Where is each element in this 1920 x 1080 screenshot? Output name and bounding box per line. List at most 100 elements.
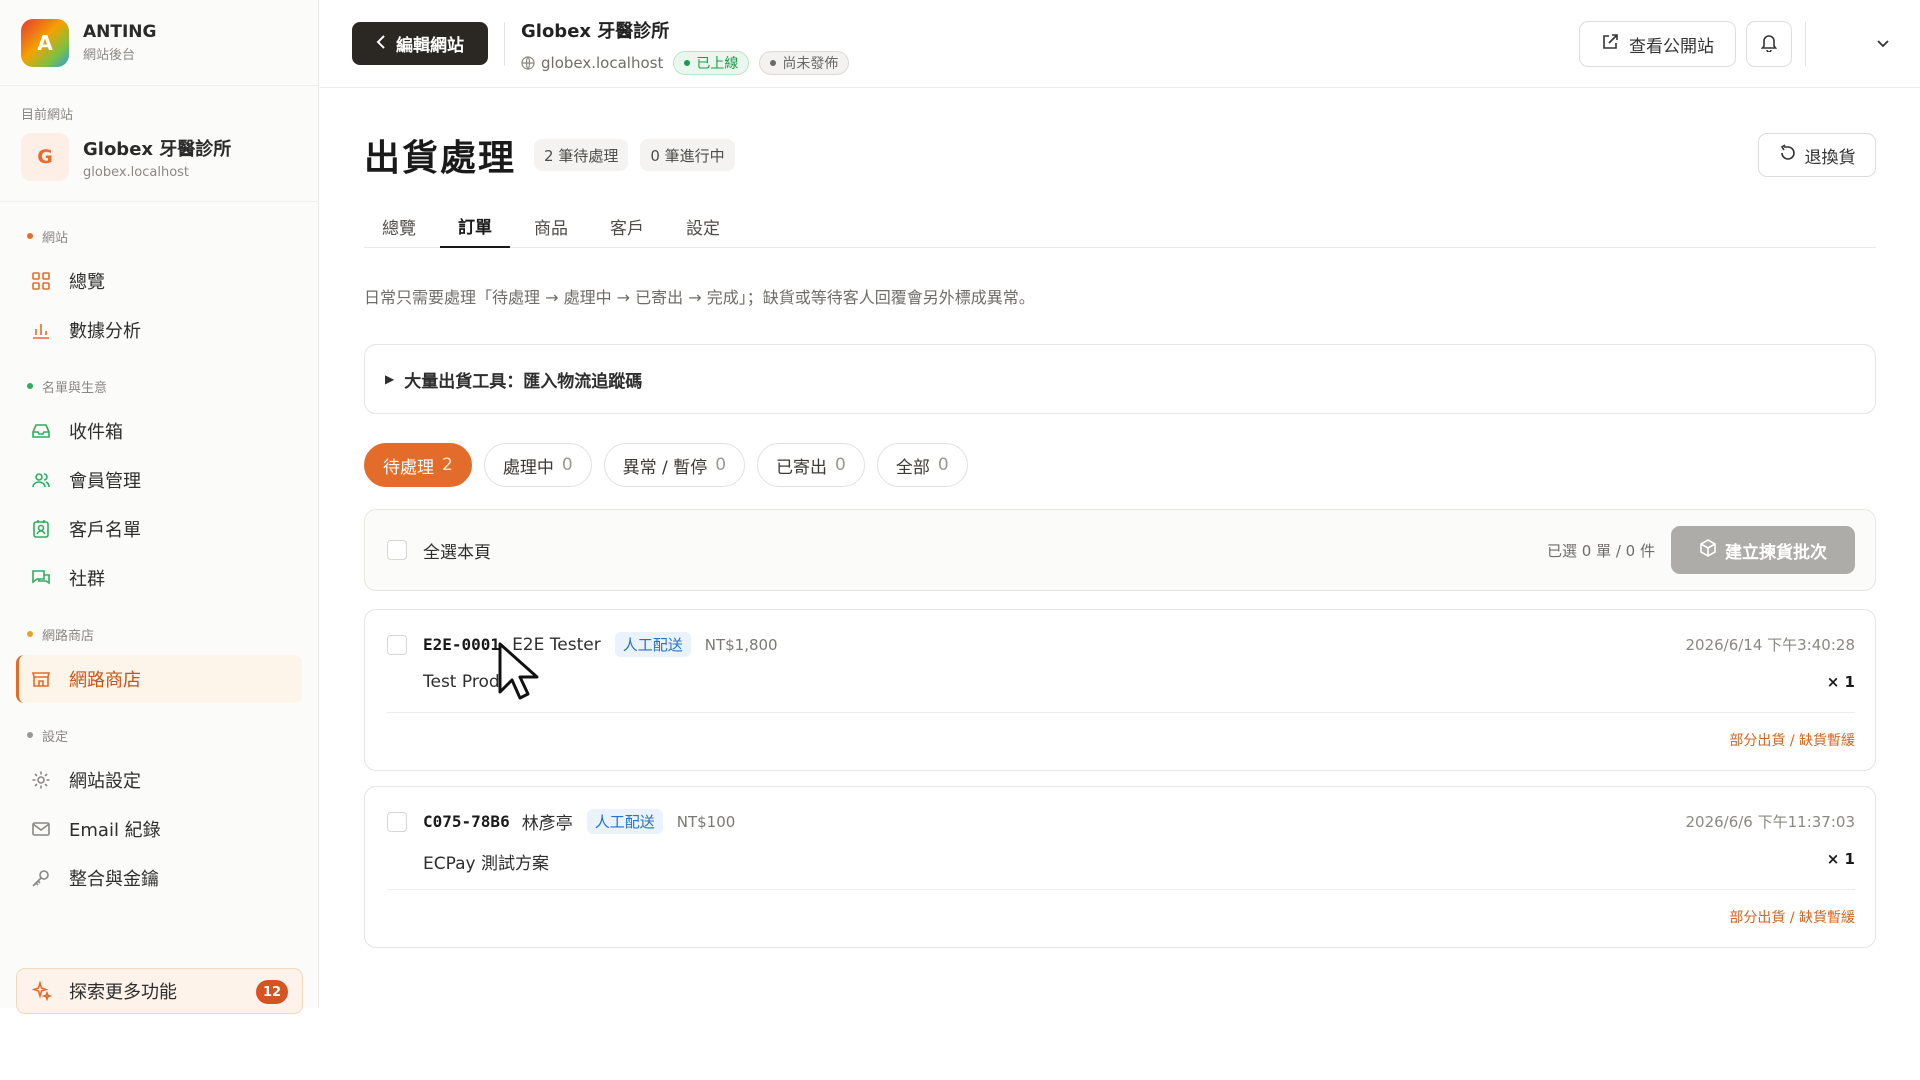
nav-section-site: 網站 xyxy=(16,216,302,256)
sidebar-item-label: 社群 xyxy=(69,569,105,590)
divider xyxy=(387,889,1855,890)
bar-chart-icon xyxy=(29,318,53,342)
sidebar-item-members[interactable]: 會員管理 xyxy=(16,456,302,504)
store-icon xyxy=(29,667,53,691)
sidebar-item-analytics[interactable]: 數據分析 xyxy=(16,306,302,354)
sidebar-item-site-settings[interactable]: 網站設定 xyxy=(16,756,302,804)
filter-exception[interactable]: 異常 / 暫停 0 xyxy=(603,443,746,487)
selected-count: 已選 0 單 / 0 件 xyxy=(1547,541,1655,560)
tab-products[interactable]: 商品 xyxy=(516,204,586,248)
external-link-icon xyxy=(1601,33,1619,56)
tab-customers[interactable]: 客戶 xyxy=(592,204,662,248)
site-name: Globex 牙醫診所 xyxy=(83,138,232,160)
shipping-method-badge: 人工配送 xyxy=(614,632,691,657)
tab-orders[interactable]: 訂單 xyxy=(440,204,510,248)
section-dot xyxy=(27,233,33,239)
shipping-method-badge: 人工配送 xyxy=(586,809,663,834)
brand-logo: A xyxy=(21,18,69,67)
partial-ship-link[interactable]: 部分出貨 / 缺貨暫緩 xyxy=(1729,907,1855,927)
topbar-host[interactable]: globex.localhost xyxy=(541,54,663,72)
order-date: 2026/6/6 下午11:37:03 xyxy=(1685,813,1855,831)
topbar: 編輯網站 Globex 牙醫診所 globex.localhost 已上線 尚未… xyxy=(320,0,1920,88)
notifications-button[interactable] xyxy=(1746,21,1792,67)
order-checkbox[interactable] xyxy=(387,812,407,832)
section-label: 網站 xyxy=(42,230,69,246)
filter-all[interactable]: 全部 0 xyxy=(876,443,968,487)
user-menu-chevron-down-icon[interactable] xyxy=(1876,34,1890,53)
create-pick-batch-label: 建立揀貨批次 xyxy=(1725,542,1827,563)
order-card[interactable]: E2E-0001 E2E Tester 人工配送 NT$1,800 2026/6… xyxy=(364,609,1876,771)
view-public-site-label: 查看公開站 xyxy=(1629,36,1714,57)
section-label: 名單與生意 xyxy=(42,380,108,396)
bulk-shipping-tool-toggle[interactable]: ▶ 大量出貨工具：匯入物流追蹤碼 xyxy=(364,344,1876,414)
sidebar-item-label: Email 紀錄 xyxy=(69,820,161,841)
topbar-site: Globex 牙醫診所 globex.localhost 已上線 尚未發佈 xyxy=(521,17,850,75)
edit-site-label: 編輯網站 xyxy=(396,36,464,56)
section-dot xyxy=(27,631,33,637)
sidebar-item-overview[interactable]: 總覽 xyxy=(16,257,302,305)
workflow-hint: 日常只需要處理「待處理 → 處理中 → 已寄出 → 完成」；缺貨或等待客人回覆會… xyxy=(364,288,1035,307)
site-avatar: G xyxy=(21,133,69,181)
sidebar-item-inbox[interactable]: 收件箱 xyxy=(16,407,302,455)
bell-icon xyxy=(1760,32,1778,56)
sidebar-item-label: 總覽 xyxy=(69,272,105,293)
current-site[interactable]: 目前網站 G Globex 牙醫診所 globex.localhost xyxy=(0,86,318,202)
returns-label: 退換貨 xyxy=(1804,147,1856,168)
status-filters: 待處理 2 處理中 0 異常 / 暫停 0 已寄出 0 全部 0 xyxy=(364,443,980,487)
sidebar-item-label: 網站設定 xyxy=(69,771,141,792)
order-checkbox[interactable] xyxy=(387,635,407,655)
filter-processing[interactable]: 處理中 0 xyxy=(483,443,592,487)
explore-label: 探索更多功能 xyxy=(69,982,177,1003)
sidebar-item-label: 數據分析 xyxy=(69,321,141,342)
sidebar-item-label: 網路商店 xyxy=(69,670,141,691)
filter-pending[interactable]: 待處理 2 xyxy=(364,443,472,487)
tab-overview[interactable]: 總覽 xyxy=(364,204,434,248)
tabs: 總覽 訂單 商品 客戶 設定 xyxy=(364,204,1876,248)
select-all-label[interactable]: 全選本頁 xyxy=(423,538,491,563)
sidebar-item-store[interactable]: 網路商店 xyxy=(16,655,302,703)
create-pick-batch-button[interactable]: 建立揀貨批次 xyxy=(1671,526,1855,574)
nav-section-business: 名單與生意 xyxy=(16,366,302,406)
order-product: ECPay 測試方案 xyxy=(423,854,549,874)
chevron-left-icon xyxy=(376,34,386,53)
sidebar-item-community[interactable]: 社群 xyxy=(16,554,302,602)
brand-name: ANTING xyxy=(83,22,157,42)
order-id[interactable]: E2E-0001 xyxy=(423,635,500,654)
order-product: Test Prod xyxy=(423,672,500,692)
tab-settings[interactable]: 設定 xyxy=(668,204,738,248)
partial-ship-link[interactable]: 部分出貨 / 缺貨暫緩 xyxy=(1729,730,1855,750)
inprogress-count-chip: 0 筆進行中 xyxy=(640,139,735,171)
sidebar-item-integrations[interactable]: 整合與金鑰 xyxy=(16,854,302,902)
sidebar-item-email-log[interactable]: Email 紀錄 xyxy=(16,805,302,853)
sparkle-icon xyxy=(30,979,54,1003)
pending-count-chip: 2 筆待處理 xyxy=(534,139,629,171)
page-title: 出貨處理 xyxy=(364,138,517,179)
nav-section-store: 網路商店 xyxy=(16,614,302,654)
filter-shipped[interactable]: 已寄出 0 xyxy=(757,443,865,487)
gear-icon xyxy=(29,768,53,792)
sidebar-item-customers[interactable]: 客戶名單 xyxy=(16,505,302,553)
view-public-site-button[interactable]: 查看公開站 xyxy=(1579,21,1736,67)
users-icon xyxy=(29,468,53,492)
sidebar: A ANTING 網站後台 目前網站 G Globex 牙醫診所 globex.… xyxy=(0,0,319,1014)
section-label: 網路商店 xyxy=(42,628,95,644)
globe-icon xyxy=(521,56,535,70)
order-amount: NT$1,800 xyxy=(704,635,778,654)
nav-section-settings: 設定 xyxy=(16,715,302,755)
edit-site-button[interactable]: 編輯網站 xyxy=(352,22,488,65)
sidebar-item-label: 客戶名單 xyxy=(69,520,141,541)
brand[interactable]: A ANTING 網站後台 xyxy=(0,0,318,86)
explore-more-button[interactable]: 探索更多功能 12 xyxy=(16,968,303,1014)
section-dot xyxy=(27,383,33,389)
divider xyxy=(1805,22,1806,66)
order-card[interactable]: C075-78B6 林彥亭 人工配送 NT$100 2026/6/6 下午11:… xyxy=(364,786,1876,948)
section-label: 設定 xyxy=(42,729,69,745)
returns-button[interactable]: 退換貨 xyxy=(1758,133,1876,177)
select-all-checkbox[interactable] xyxy=(387,540,407,560)
dashboard-icon xyxy=(29,269,53,293)
sidebar-item-label: 會員管理 xyxy=(69,471,141,492)
explore-count-badge: 12 xyxy=(256,980,288,1004)
order-id[interactable]: C075-78B6 xyxy=(423,812,510,831)
order-customer: 林彥亭 xyxy=(521,814,573,834)
divider xyxy=(387,712,1855,713)
